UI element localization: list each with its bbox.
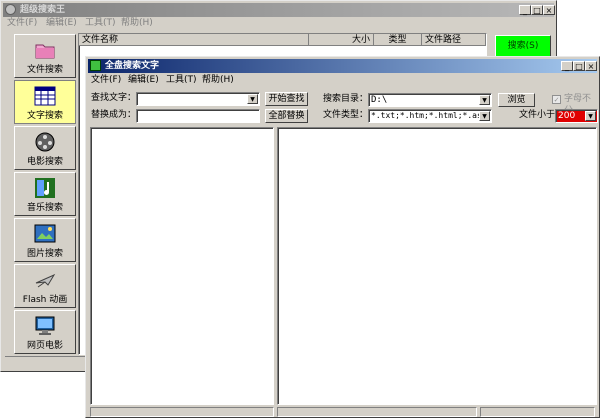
sidebar-item-label: 音乐搜索	[26, 203, 63, 213]
file-type-combo[interactable]: *.txt;*.htm;*.html;*.asp ▼	[368, 109, 492, 123]
text-grid-icon	[34, 86, 56, 106]
status-pane-middle	[277, 407, 477, 417]
replace-text-label: 替换成为：	[91, 110, 137, 120]
find-text-combo[interactable]: ▼	[136, 92, 260, 106]
dialog-close-button[interactable]: ×	[585, 61, 597, 71]
minimize-button[interactable]: _	[519, 5, 531, 15]
replace-all-button[interactable]: 全部替换	[265, 109, 308, 123]
browse-button[interactable]: 浏览	[498, 93, 535, 107]
dialog-status-bar	[88, 407, 597, 417]
dialog-title: 全盘搜索文字	[105, 61, 160, 71]
sidebar-item-label: 文件搜索	[26, 65, 63, 75]
status-pane-left	[90, 407, 274, 417]
case-insensitive-checkbox[interactable]: ✓	[552, 95, 561, 104]
menu-file[interactable]: 文件(F)	[7, 17, 37, 29]
music-note-icon	[35, 178, 55, 198]
search-dir-combo[interactable]: D:\ ▼	[368, 93, 492, 107]
replace-text-field[interactable]	[136, 109, 260, 123]
col-file-name[interactable]: 文件名称	[79, 34, 309, 46]
chevron-down-icon[interactable]: ▼	[585, 111, 596, 121]
menu-tools[interactable]: 工具(T)	[85, 17, 116, 29]
col-path[interactable]: 文件路径	[422, 34, 486, 46]
sidebar-item-file-search[interactable]: 文件搜索	[14, 34, 76, 78]
sidebar: 文件搜索 文字搜索 电影搜索 音乐搜索 图片搜索 Flash 动画 网页电影	[5, 32, 77, 354]
search-dir-label: 搜索目录：	[323, 94, 369, 104]
file-size-combo[interactable]: 200 ▼	[555, 109, 598, 123]
main-titlebar: 超级搜索王 _ □ ×	[3, 3, 555, 17]
find-text-label: 查找文字：	[91, 93, 137, 103]
film-reel-icon	[35, 132, 55, 152]
content-preview-panel[interactable]	[277, 127, 597, 405]
search-button[interactable]: 搜索(S)	[495, 35, 551, 57]
sidebar-item-label: Flash 动画	[22, 295, 68, 305]
sidebar-item-picture-search[interactable]: 图片搜索	[14, 218, 76, 262]
dialog-menu-edit[interactable]: 编辑(E)	[128, 74, 159, 86]
col-type[interactable]: 类型	[374, 34, 422, 46]
monitor-icon	[35, 316, 55, 335]
file-type-label: 文件类型：	[323, 110, 369, 120]
menu-help[interactable]: 帮助(H)	[121, 17, 153, 29]
file-size-value: 200	[558, 111, 576, 121]
picture-icon	[34, 224, 56, 243]
sidebar-item-label: 图片搜索	[26, 249, 63, 259]
file-list-panel[interactable]	[90, 127, 274, 405]
dialog-app-icon	[90, 60, 101, 71]
dialog-minimize-button[interactable]: _	[561, 61, 573, 71]
maximize-button[interactable]: □	[531, 5, 543, 15]
dialog-menu-file[interactable]: 文件(F)	[91, 74, 121, 86]
dialog-maximize-button[interactable]: □	[573, 61, 585, 71]
close-button[interactable]: ×	[543, 5, 555, 15]
search-dir-value: D:\	[371, 95, 388, 105]
chevron-down-icon[interactable]: ▼	[479, 95, 490, 105]
main-title: 超级搜索王	[20, 5, 66, 15]
chevron-down-icon[interactable]: ▼	[247, 94, 258, 104]
folder-icon	[35, 44, 55, 59]
sidebar-item-web-movie[interactable]: 网页电影	[14, 310, 76, 354]
sidebar-item-flash[interactable]: Flash 动画	[14, 264, 76, 308]
dialog-menu-help[interactable]: 帮助(H)	[202, 74, 234, 86]
sidebar-item-label: 电影搜索	[26, 157, 63, 167]
sidebar-item-label: 文字搜索	[26, 111, 63, 121]
start-search-button[interactable]: 开始查找	[265, 92, 308, 106]
status-pane-right	[480, 407, 595, 417]
dialog-titlebar: 全盘搜索文字 _ □ ×	[88, 59, 597, 73]
app-icon	[5, 4, 16, 15]
sidebar-item-text-search[interactable]: 文字搜索	[14, 80, 76, 124]
col-size[interactable]: 大小	[309, 34, 374, 46]
search-text-dialog: 全盘搜索文字 _ □ × 文件(F) 编辑(E) 工具(T) 帮助(H) 查找文…	[85, 56, 600, 418]
sidebar-item-music-search[interactable]: 音乐搜索	[14, 172, 76, 216]
file-size-label: 文件小于	[519, 110, 556, 120]
menu-edit[interactable]: 编辑(E)	[46, 17, 77, 29]
airplane-icon	[35, 273, 56, 288]
sidebar-item-movie-search[interactable]: 电影搜索	[14, 126, 76, 170]
dialog-menu-tools[interactable]: 工具(T)	[166, 74, 197, 86]
sidebar-item-label: 网页电影	[26, 341, 63, 351]
chevron-down-icon[interactable]: ▼	[479, 111, 490, 121]
file-type-value: *.txt;*.htm;*.html;*.asp	[371, 111, 487, 120]
